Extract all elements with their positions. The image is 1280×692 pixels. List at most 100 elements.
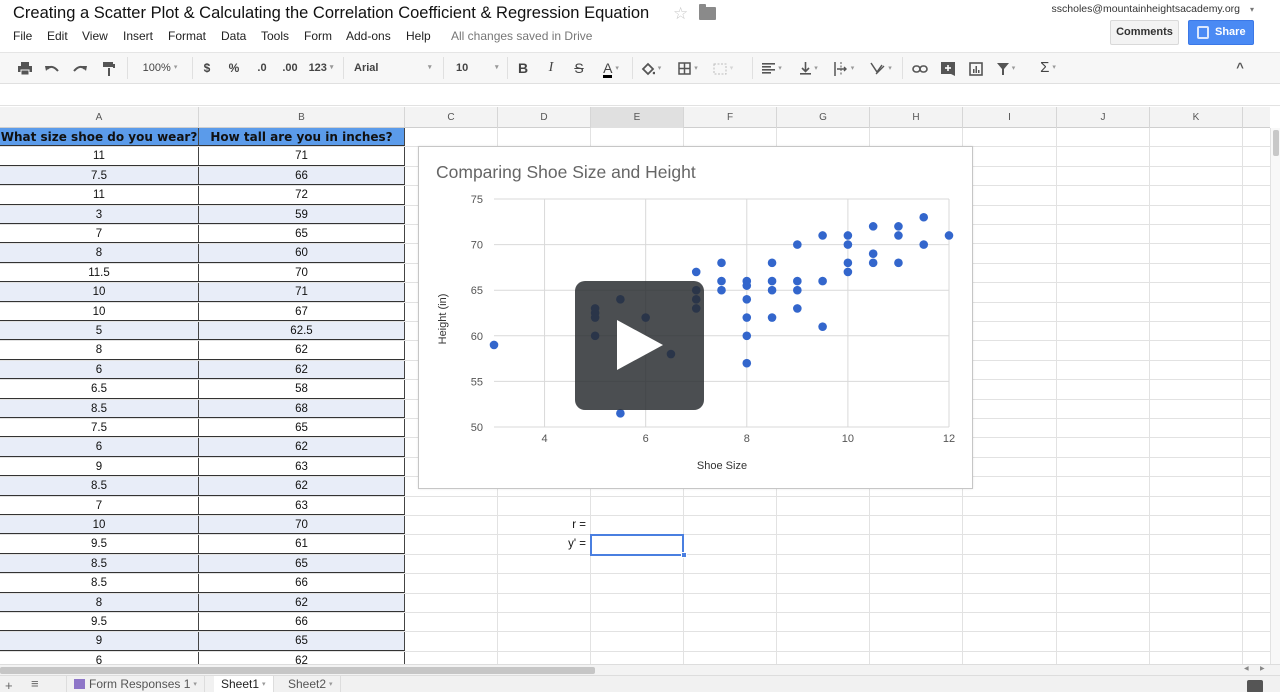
cell[interactable]: 9 xyxy=(0,457,199,477)
cell[interactable] xyxy=(1057,535,1150,554)
active-cell-selection[interactable] xyxy=(590,534,684,556)
menu-form[interactable]: Form xyxy=(304,29,332,43)
cell[interactable]: How tall are you in inches? xyxy=(199,128,405,147)
cell[interactable] xyxy=(963,516,1057,535)
cell[interactable] xyxy=(1057,147,1150,166)
cell[interactable] xyxy=(1057,302,1150,321)
cell[interactable]: 7 xyxy=(0,225,199,244)
horizontal-align-button[interactable]: ▾ xyxy=(758,53,786,83)
cell[interactable] xyxy=(870,128,963,147)
column-header-h[interactable]: H xyxy=(870,107,963,128)
cell[interactable] xyxy=(963,360,1057,380)
cell[interactable] xyxy=(963,166,1057,186)
cell[interactable] xyxy=(870,613,963,632)
cell[interactable] xyxy=(963,244,1057,263)
cell[interactable] xyxy=(963,438,1057,457)
cell[interactable] xyxy=(963,419,1057,438)
cell[interactable] xyxy=(1057,438,1150,457)
cell[interactable] xyxy=(1150,535,1243,554)
menu-help[interactable]: Help xyxy=(406,29,431,43)
cell[interactable] xyxy=(405,613,498,632)
cell[interactable]: 8.5 xyxy=(0,554,199,574)
cell[interactable] xyxy=(1150,322,1243,341)
cell[interactable] xyxy=(1057,457,1150,477)
cell[interactable] xyxy=(1150,613,1243,632)
cell[interactable] xyxy=(963,186,1057,205)
text-wrap-button[interactable]: ▾ xyxy=(829,53,859,83)
cell[interactable]: 60 xyxy=(199,244,405,263)
cell[interactable] xyxy=(405,516,498,535)
cell[interactable] xyxy=(1057,128,1150,147)
increase-decimal-button[interactable]: .00 xyxy=(278,53,302,83)
cell[interactable] xyxy=(1057,283,1150,302)
cell[interactable]: 70 xyxy=(199,263,405,283)
cell[interactable] xyxy=(591,128,684,147)
cell[interactable]: 8 xyxy=(0,244,199,263)
cell[interactable] xyxy=(963,613,1057,632)
cell[interactable] xyxy=(1150,516,1243,535)
cell[interactable] xyxy=(498,128,591,147)
cell[interactable] xyxy=(1150,147,1243,166)
cell[interactable]: 6 xyxy=(0,360,199,380)
formula-bar[interactable] xyxy=(0,84,1280,106)
cell[interactable] xyxy=(405,128,498,147)
scroll-right-icon[interactable]: ▶ xyxy=(1260,665,1265,672)
cell[interactable]: 66 xyxy=(199,613,405,632)
cell[interactable]: 7.5 xyxy=(0,419,199,438)
cell[interactable]: 71 xyxy=(199,147,405,166)
italic-button[interactable]: I xyxy=(542,53,560,83)
sheet-tab-sheet2[interactable]: Sheet2 ▾ xyxy=(281,676,341,692)
r-label[interactable]: r = xyxy=(498,516,591,535)
cell[interactable] xyxy=(684,516,777,535)
sheet-tab-form-responses[interactable]: Form Responses 1 ▾ xyxy=(66,676,205,692)
cell[interactable] xyxy=(498,593,591,612)
cell[interactable]: 6 xyxy=(0,438,199,457)
cell[interactable] xyxy=(963,477,1057,496)
cell[interactable]: 9.5 xyxy=(0,535,199,554)
cell[interactable] xyxy=(591,593,684,612)
cell[interactable] xyxy=(405,651,498,664)
cell[interactable] xyxy=(1057,263,1150,283)
explore-button[interactable] xyxy=(1247,680,1263,692)
cell[interactable]: 68 xyxy=(199,399,405,418)
column-header-f[interactable]: F xyxy=(684,107,777,128)
cell[interactable] xyxy=(1150,593,1243,612)
cell[interactable] xyxy=(1057,574,1150,593)
video-play-overlay[interactable] xyxy=(575,281,704,410)
cell[interactable]: 66 xyxy=(199,166,405,186)
cell[interactable]: 10 xyxy=(0,516,199,535)
cell[interactable] xyxy=(684,593,777,612)
cell[interactable] xyxy=(1057,186,1150,205)
cell[interactable]: 62 xyxy=(199,360,405,380)
fill-handle[interactable] xyxy=(681,551,687,558)
menu-addons[interactable]: Add-ons xyxy=(346,29,391,43)
cell[interactable] xyxy=(1057,244,1150,263)
cell[interactable] xyxy=(591,574,684,593)
cell[interactable] xyxy=(870,554,963,574)
cell[interactable] xyxy=(1057,496,1150,515)
cell[interactable] xyxy=(405,574,498,593)
cell[interactable]: 66 xyxy=(199,574,405,593)
cell[interactable] xyxy=(963,263,1057,283)
cell[interactable] xyxy=(963,147,1057,166)
horizontal-scrollbar-thumb[interactable] xyxy=(0,667,595,674)
cell[interactable] xyxy=(1057,419,1150,438)
cell[interactable] xyxy=(684,651,777,664)
cell[interactable]: 59 xyxy=(199,205,405,224)
cell[interactable] xyxy=(498,574,591,593)
font-size-select[interactable]: 10 ▾ xyxy=(450,53,502,83)
cell[interactable] xyxy=(870,593,963,612)
borders-button[interactable]: ▾ xyxy=(675,53,701,83)
cell[interactable] xyxy=(498,554,591,574)
cell[interactable] xyxy=(1150,166,1243,186)
cell[interactable] xyxy=(870,516,963,535)
cell[interactable]: 62 xyxy=(199,593,405,612)
cell[interactable] xyxy=(777,632,870,651)
cell[interactable] xyxy=(1057,516,1150,535)
sheet-tab-sheet1[interactable]: Sheet1 ▾ xyxy=(214,676,274,692)
cell[interactable] xyxy=(405,593,498,612)
menu-tools[interactable]: Tools xyxy=(261,29,289,43)
cell[interactable]: 11 xyxy=(0,186,199,205)
cell[interactable] xyxy=(870,496,963,515)
cell[interactable] xyxy=(963,554,1057,574)
